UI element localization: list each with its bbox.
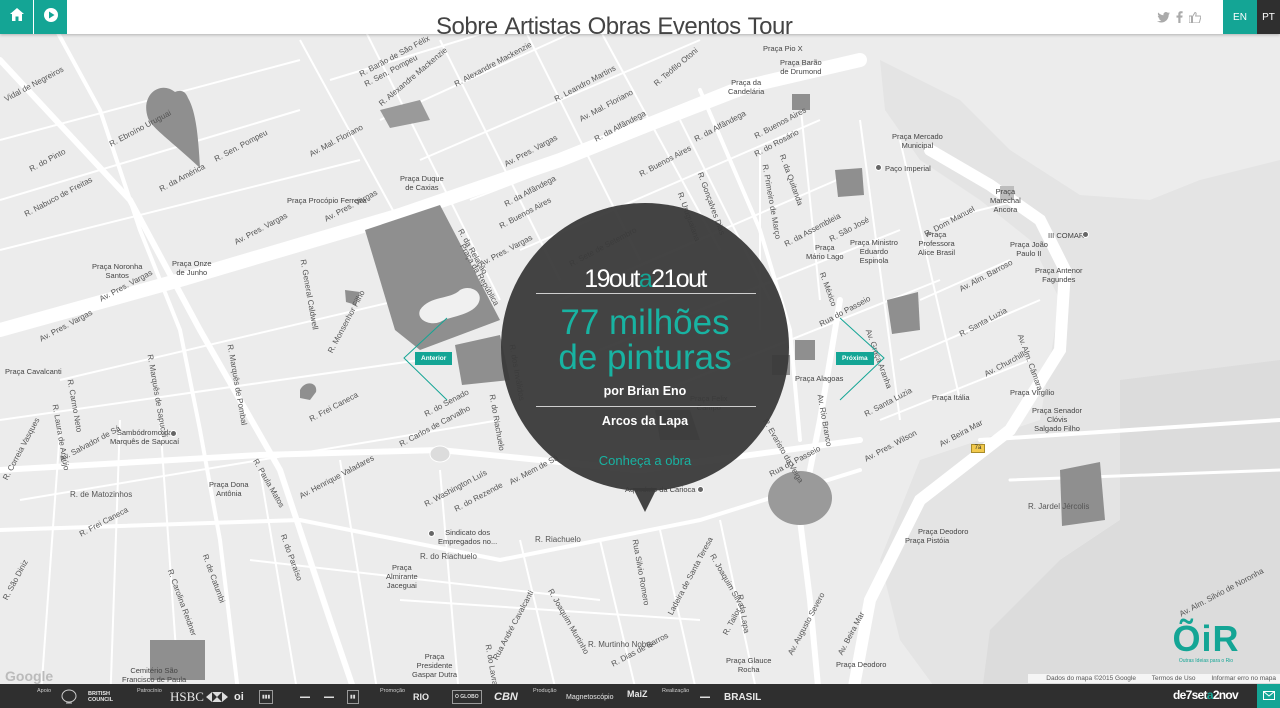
facebook-icon[interactable] [1176, 10, 1183, 28]
report-error-link[interactable]: Informar erro no mapa [1211, 675, 1276, 682]
sponsors-footer: Apoio BRITISH COUNCIL Patrocínio HSBC oi… [0, 684, 1280, 708]
sponsor-box-1: ▮▮▮ [259, 690, 274, 704]
festival-date-start: de7set [1173, 688, 1208, 702]
event-author: por Brian Eno [603, 384, 687, 398]
sponsor-box-2: ▬▬ [300, 694, 310, 700]
promocao-label: Promoção [380, 688, 406, 694]
patrocinio-label: Patrocínio [137, 688, 162, 694]
event-date-separator: a [638, 265, 653, 293]
road-sign: 7a [971, 444, 985, 453]
poi-marker[interactable] [1082, 231, 1089, 238]
sponsor-box-3: ▬▬ [324, 694, 334, 700]
previous-button[interactable]: Anterior [415, 352, 453, 365]
terms-link[interactable]: Termos de Uso [1152, 675, 1196, 682]
event-venue: Arcos da Lapa [601, 414, 689, 428]
event-date-end: 21out [651, 265, 707, 293]
poi-marker[interactable] [170, 430, 177, 437]
hsbc-logo-icon [206, 690, 228, 704]
event-card[interactable]: 19outa21out 77 milhões de pinturas por B… [501, 203, 789, 491]
menu-item-tour[interactable]: Tour [748, 12, 793, 34]
menu-item-artistas[interactable]: Artistas [505, 12, 582, 34]
home-icon [9, 8, 24, 26]
logo-tagline: Outras Ideias para o Rio [1178, 658, 1234, 664]
event-title-line1: 77 milhões [560, 303, 730, 342]
sponsor-oi: oi [234, 691, 244, 703]
sponsor-cbn: CBN [494, 691, 518, 703]
realizacao-label: Realização [662, 688, 690, 694]
play-button[interactable] [34, 0, 67, 34]
sponsor-trophy-icon [60, 689, 78, 704]
social-links [1157, 10, 1202, 28]
poi-marker[interactable] [697, 486, 704, 493]
language-pt-button[interactable]: PT [1257, 0, 1280, 34]
sponsor-maiz: MaiZ [627, 689, 648, 699]
view-artwork-link[interactable]: Conheça a obra [501, 453, 789, 468]
like-icon[interactable] [1188, 10, 1202, 28]
sponsor-british-council: BRITISH COUNCIL [88, 691, 114, 703]
menu-item-sobre[interactable]: Sobre [436, 12, 498, 34]
language-en-button[interactable]: EN [1223, 0, 1257, 34]
mail-icon [1262, 687, 1275, 705]
map-pin-pointer [633, 488, 657, 512]
map-credits: Dados do mapa ©2015 Google Termos de Uso… [1028, 674, 1280, 683]
oir-logo[interactable]: ÕiR Outras Ideias para o Rio [1170, 620, 1242, 670]
divider [536, 406, 756, 407]
google-logo: Google [5, 668, 54, 684]
twitter-icon[interactable] [1157, 10, 1170, 28]
event-dates: 19outa21out [501, 265, 789, 294]
sponsor-brasil: BRASIL [724, 691, 762, 703]
menu-item-obras[interactable]: Obras [588, 12, 651, 34]
menu-item-eventos[interactable]: Eventos [657, 12, 741, 34]
next-button[interactable]: Próxima [836, 352, 874, 365]
contact-button[interactable] [1257, 684, 1280, 708]
sponsor-rio: RIO [413, 692, 430, 702]
sponsor-magnetoscopio: Magnetoscópio [566, 693, 614, 701]
main-menu: Sobre Artistas Obras Eventos Tour [436, 12, 793, 34]
sponsor-hsbc: HSBC [170, 689, 204, 704]
festival-date-end: 2nov [1212, 688, 1239, 702]
producao-label: Produção [533, 688, 557, 694]
poi-marker[interactable] [875, 164, 882, 171]
apoio-label: Apoio [37, 688, 52, 694]
map-data-credit: Dados do mapa ©2015 Google [1046, 675, 1136, 682]
sponsor-box-4: ▮▮ [347, 690, 359, 704]
festival-dates: de7seta2nov [1173, 688, 1239, 702]
event-date-start: 19out [584, 265, 640, 293]
sponsor-oglobo: O GLOBO [452, 690, 482, 704]
top-navigation: Sobre Artistas Obras Eventos Tour EN PT [0, 0, 1280, 34]
sponsor-box-5: ▬▬ [700, 694, 710, 700]
home-button[interactable] [0, 0, 33, 34]
play-icon [43, 7, 59, 28]
poi-marker[interactable] [428, 530, 435, 537]
divider [536, 293, 756, 294]
logo-mark: ÕiR [1172, 618, 1240, 659]
event-title-line2: de pinturas [558, 338, 732, 377]
event-title: 77 milhões de pinturas [501, 305, 789, 375]
